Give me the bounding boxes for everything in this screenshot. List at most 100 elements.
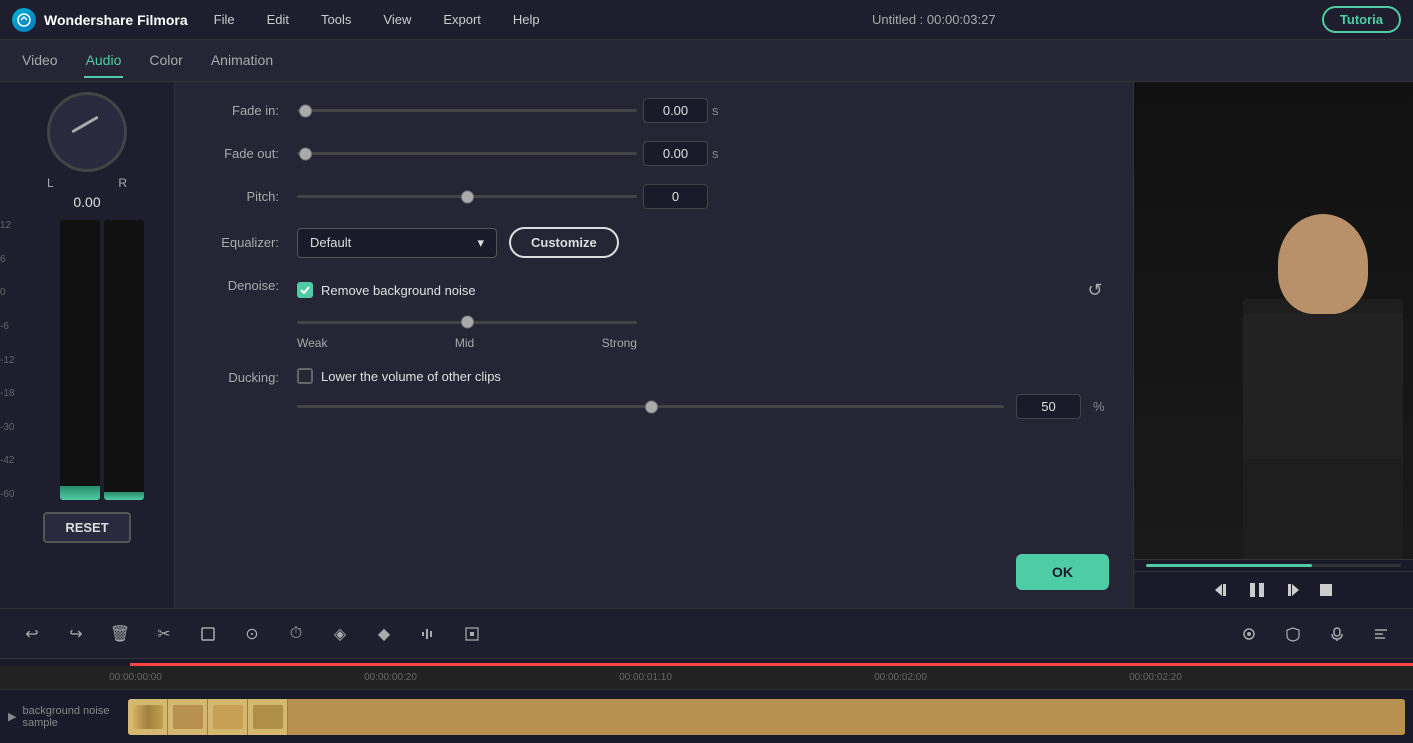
track-content[interactable] xyxy=(128,699,1405,735)
snap-button[interactable] xyxy=(1233,618,1265,650)
play-forward-button[interactable] xyxy=(1283,581,1301,599)
menu-edit[interactable]: Edit xyxy=(261,8,295,31)
app-logo: Wondershare Filmora xyxy=(12,8,188,32)
fade-in-label: Fade in: xyxy=(199,103,279,118)
app-name-label: Wondershare Filmora xyxy=(44,12,188,28)
video-progress-bar[interactable] xyxy=(1146,564,1401,567)
fade-in-slider[interactable] xyxy=(297,103,637,119)
pitch-thumb[interactable] xyxy=(461,190,474,203)
mic-button[interactable] xyxy=(1321,618,1353,650)
remove-bg-noise-label: Remove background noise xyxy=(321,283,476,298)
denoise-reset-icon[interactable]: ↺ xyxy=(1081,276,1109,304)
vu-bar-left xyxy=(60,220,100,500)
equalizer-select[interactable]: Default ▾ xyxy=(297,228,497,258)
transform-button[interactable]: ◈ xyxy=(324,618,356,650)
vu-circle xyxy=(47,92,127,172)
track-fill xyxy=(288,699,1405,735)
playlist-button[interactable] xyxy=(1365,618,1397,650)
scene-detect-button[interactable] xyxy=(456,618,488,650)
vu-value: 0.00 xyxy=(73,194,100,210)
r-label: R xyxy=(118,176,127,190)
undo-button[interactable]: ↩ xyxy=(16,618,48,650)
ducking-thumb[interactable] xyxy=(645,400,658,413)
fade-out-unit: s xyxy=(712,146,728,161)
main-area: L R 0.00 1260-6-12-18-30-42-60 RESET xyxy=(0,82,1413,608)
menu-help[interactable]: Help xyxy=(507,8,546,31)
tab-audio[interactable]: Audio xyxy=(84,44,124,78)
pitch-label: Pitch: xyxy=(199,189,279,204)
ducking-controls: Lower the volume of other clips 50 % xyxy=(297,368,1109,419)
noise-level-slider[interactable] xyxy=(297,314,637,330)
fade-in-value[interactable]: 0.00 xyxy=(643,98,708,123)
time-mark-3: 00:00:02:00 xyxy=(773,672,1028,683)
pitch-slider[interactable] xyxy=(297,189,637,205)
ok-button[interactable]: OK xyxy=(1016,554,1109,590)
delete-button[interactable]: 🗑 xyxy=(104,618,136,650)
menu-view[interactable]: View xyxy=(377,8,417,31)
cut-button[interactable]: ✂ xyxy=(148,618,180,650)
fade-out-slider[interactable] xyxy=(297,146,637,162)
lr-labels: L R xyxy=(47,176,127,190)
stop-button[interactable] xyxy=(1317,581,1335,599)
zoom-button[interactable]: ⊙ xyxy=(236,618,268,650)
equalizer-option: Default xyxy=(310,235,351,250)
track-thumb-3 xyxy=(208,699,248,735)
tutorial-button[interactable]: Tutoria xyxy=(1322,6,1401,33)
redo-button[interactable]: ↪ xyxy=(60,618,92,650)
ducking-slider[interactable] xyxy=(297,399,1004,415)
lower-volume-label: Lower the volume of other clips xyxy=(321,369,501,384)
denoise-label: Denoise: xyxy=(199,278,279,293)
denoise-row: Denoise: Remove background noise ↺ xyxy=(199,276,1109,350)
timeline-ruler: 00:00:00:00 00:00:00:20 00:00:01:10 00:0… xyxy=(0,666,1413,690)
fade-out-thumb[interactable] xyxy=(299,147,312,160)
time-mark-0: 00:00:00:00 xyxy=(8,672,263,683)
vu-bar-right xyxy=(104,220,144,500)
l-label: L xyxy=(47,176,54,190)
ducking-checkbox[interactable] xyxy=(297,368,313,384)
ducking-unit: % xyxy=(1093,399,1109,414)
tab-video[interactable]: Video xyxy=(20,44,60,78)
ducking-label: Ducking: xyxy=(199,370,279,385)
window-title: Untitled : 00:00:03:27 xyxy=(566,12,1302,27)
track-play-icon[interactable]: ▶ xyxy=(8,710,16,723)
fade-out-label: Fade out: xyxy=(199,146,279,161)
reset-button[interactable]: RESET xyxy=(43,512,130,543)
menu-file[interactable]: File xyxy=(208,8,241,31)
track-thumb-2 xyxy=(168,699,208,735)
ducking-value[interactable]: 50 xyxy=(1016,394,1081,419)
audio-mix-button[interactable] xyxy=(412,618,444,650)
track-label: ▶ background noise sample xyxy=(8,705,128,729)
menu-tools[interactable]: Tools xyxy=(315,8,357,31)
timeline-track: ▶ background noise sample xyxy=(0,690,1413,743)
time-mark-2: 00:00:01:10 xyxy=(518,672,773,683)
customize-button[interactable]: Customize xyxy=(509,227,619,258)
tab-animation[interactable]: Animation xyxy=(209,44,275,78)
play-pause-button[interactable] xyxy=(1247,580,1267,600)
menu-export[interactable]: Export xyxy=(437,8,487,31)
vu-scale: 1260-6-12-18-30-42-60 xyxy=(0,220,14,500)
tab-bar: Video Audio Color Animation xyxy=(0,40,1413,82)
step-back-button[interactable] xyxy=(1213,581,1231,599)
pitch-value[interactable]: 0 xyxy=(643,184,708,209)
keyframe-button[interactable]: ◆ xyxy=(368,618,400,650)
denoise-mid-label: Mid xyxy=(455,336,474,350)
left-panel: L R 0.00 1260-6-12-18-30-42-60 RESET xyxy=(0,82,175,608)
fade-in-thumb[interactable] xyxy=(299,104,312,117)
fade-in-row: Fade in: 0.00 s xyxy=(199,98,1109,123)
right-toolbar-tools xyxy=(1233,618,1397,650)
dropdown-arrow-icon: ▾ xyxy=(477,235,484,251)
tab-color[interactable]: Color xyxy=(147,44,184,78)
fade-out-value[interactable]: 0.00 xyxy=(643,141,708,166)
speed-button[interactable]: ⏱ xyxy=(280,618,312,650)
center-panel: Fade in: 0.00 s Fade out: xyxy=(175,82,1133,608)
video-preview xyxy=(1134,82,1413,559)
denoise-controls: Remove background noise ↺ Weak Mid Stron… xyxy=(297,276,1109,350)
crop-button[interactable] xyxy=(192,618,224,650)
video-progress-fill xyxy=(1146,564,1312,567)
shield-button[interactable] xyxy=(1277,618,1309,650)
denoise-weak-label: Weak xyxy=(297,336,327,350)
menu-bar: Wondershare Filmora File Edit Tools View… xyxy=(0,0,1413,40)
app-logo-icon xyxy=(12,8,36,32)
denoise-checkbox[interactable] xyxy=(297,282,313,298)
noise-level-thumb[interactable] xyxy=(461,316,474,329)
